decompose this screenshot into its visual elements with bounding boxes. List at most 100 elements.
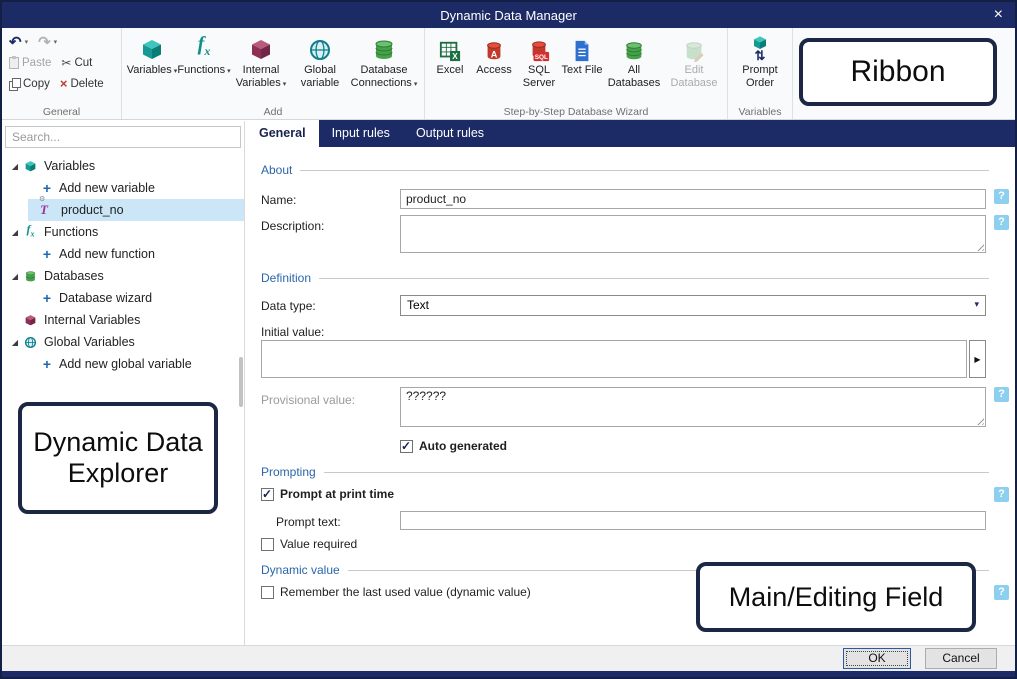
- checkbox-icon: [261, 538, 274, 551]
- text-variable-icon: ⚙T: [40, 202, 56, 218]
- redo-button[interactable]: ↷▾: [35, 32, 60, 52]
- expand-arrow-icon[interactable]: ◢: [8, 272, 22, 281]
- tree-node-variables[interactable]: ◢ Variables: [2, 155, 244, 177]
- data-type-value: Text: [407, 298, 429, 312]
- expand-arrow-icon[interactable]: ◢: [8, 162, 22, 171]
- tab-general[interactable]: General: [246, 120, 319, 147]
- access-button[interactable]: A Access: [471, 31, 517, 104]
- functions-button[interactable]: fx Functions▾: [178, 31, 230, 104]
- internal-variables-label: Internal Variables: [236, 64, 281, 89]
- bottom-strip: [2, 671, 1015, 677]
- tree-action-database-wizard[interactable]: + Database wizard: [2, 287, 244, 309]
- initial-value-expand-button[interactable]: ▶: [969, 340, 986, 378]
- ribbon-group-wizard: X Excel A Access SQL SQL Server Text Fil…: [425, 28, 728, 119]
- auto-generated-checkbox[interactable]: Auto generated: [400, 439, 507, 453]
- description-label: Description:: [261, 219, 324, 233]
- tab-input-rules[interactable]: Input rules: [319, 120, 403, 147]
- description-field[interactable]: [400, 215, 986, 253]
- ribbon-group-general: ↶▾ ↷▾ Paste ✂Cut Copy ×Delete General: [2, 28, 122, 119]
- internal-variables-button[interactable]: Internal Variables▾: [230, 31, 292, 104]
- chevron-down-icon: ▾: [54, 38, 58, 46]
- prompt-text-field[interactable]: [400, 511, 986, 530]
- access-label: Access: [476, 64, 511, 76]
- tree-action-add-new-function[interactable]: + Add new function: [2, 243, 244, 265]
- tree-node-databases[interactable]: ◢ Databases: [2, 265, 244, 287]
- global-variable-label: Global variable: [301, 64, 340, 89]
- plus-icon: +: [40, 180, 54, 196]
- variables-cube-icon: [140, 34, 164, 62]
- prompt-order-button[interactable]: ⇅ Prompt Order: [732, 31, 788, 104]
- global-variable-button[interactable]: Global variable: [292, 31, 348, 104]
- title-bar: Dynamic Data Manager ×: [2, 2, 1015, 28]
- redo-icon: ↷: [38, 33, 51, 51]
- plus-icon: +: [40, 290, 54, 306]
- cancel-button[interactable]: Cancel: [925, 648, 997, 669]
- all-databases-button[interactable]: All Databases: [603, 31, 665, 104]
- internal-variables-cube-icon: [22, 314, 39, 327]
- functions-fx-icon: fx: [198, 34, 211, 62]
- close-icon[interactable]: ×: [994, 5, 1003, 25]
- tree-item-product-no[interactable]: ⚙T product_no: [28, 199, 244, 221]
- tree-label: Add new global variable: [59, 357, 192, 371]
- svg-text:SQL: SQL: [535, 54, 548, 61]
- value-required-label: Value required: [280, 537, 357, 551]
- help-icon[interactable]: ?: [994, 215, 1009, 230]
- initial-value-label: Initial value:: [261, 325, 324, 339]
- section-about: About: [261, 163, 989, 177]
- paste-button[interactable]: Paste: [6, 56, 54, 70]
- database-connections-button[interactable]: Database Connections▾: [348, 31, 420, 104]
- initial-value-field[interactable]: [261, 340, 967, 378]
- help-icon[interactable]: ?: [994, 189, 1009, 204]
- annotation-ribbon: Ribbon: [799, 38, 997, 106]
- section-prompting: Prompting: [261, 465, 989, 479]
- search-input[interactable]: [5, 126, 241, 148]
- ribbon-group-label-add: Add: [122, 106, 424, 118]
- expand-arrow-icon[interactable]: ◢: [8, 228, 22, 237]
- edit-database-button[interactable]: Edit Database: [665, 31, 723, 104]
- cut-label: Cut: [74, 57, 92, 69]
- checkbox-icon: [261, 488, 274, 501]
- sql-server-label: SQL Server: [523, 64, 555, 89]
- name-field[interactable]: [400, 189, 986, 209]
- sidebar-scrollbar[interactable]: [239, 357, 243, 407]
- provisional-value-label: Provisional value:: [261, 393, 355, 407]
- tree-node-internal-variables[interactable]: Internal Variables: [2, 309, 244, 331]
- help-icon[interactable]: ?: [994, 585, 1009, 600]
- tree-node-global-variables[interactable]: ◢ Global Variables: [2, 331, 244, 353]
- prompt-at-print-time-checkbox[interactable]: Prompt at print time: [261, 487, 394, 501]
- edit-database-icon: [683, 34, 705, 62]
- scissors-icon: ✂: [61, 56, 71, 70]
- dynamic-data-explorer: ◢ Variables + Add new variable ⚙T produc…: [2, 121, 245, 645]
- copy-label: Copy: [23, 78, 50, 90]
- data-type-dropdown[interactable]: Text ▾: [400, 295, 986, 316]
- help-icon[interactable]: ?: [994, 487, 1009, 502]
- provisional-value-field[interactable]: ??????: [400, 387, 986, 427]
- delete-button[interactable]: ×Delete: [57, 75, 107, 92]
- tree-node-functions[interactable]: ◢ fx Functions: [2, 221, 244, 243]
- text-file-label: Text File: [562, 64, 603, 76]
- copy-button[interactable]: Copy: [6, 77, 53, 91]
- tree-label: Add new variable: [59, 181, 155, 195]
- ok-button[interactable]: OK: [843, 648, 911, 669]
- tree-action-add-new-global-variable[interactable]: + Add new global variable: [2, 353, 244, 375]
- excel-label: Excel: [437, 64, 464, 76]
- remember-last-value-checkbox[interactable]: Remember the last used value (dynamic va…: [261, 585, 531, 599]
- help-icon[interactable]: ?: [994, 387, 1009, 402]
- text-file-button[interactable]: Text File: [561, 31, 603, 104]
- globe-icon: [22, 336, 39, 349]
- ribbon-group-label-variables: Variables: [728, 106, 792, 118]
- variables-button[interactable]: Variables▾: [126, 31, 178, 104]
- cut-button[interactable]: ✂Cut: [58, 55, 95, 71]
- tab-output-rules[interactable]: Output rules: [403, 120, 497, 147]
- undo-button[interactable]: ↶▾: [6, 32, 31, 52]
- variable-cube-icon: [22, 160, 39, 173]
- expand-arrow-icon[interactable]: ◢: [8, 338, 22, 347]
- chevron-down-icon: ▾: [974, 299, 979, 310]
- functions-label: Functions: [177, 64, 225, 76]
- sql-server-button[interactable]: SQL SQL Server: [517, 31, 561, 104]
- value-required-checkbox[interactable]: Value required: [261, 537, 357, 551]
- dynamic-data-manager-window: Dynamic Data Manager × ↶▾ ↷▾ Paste ✂Cut …: [0, 0, 1017, 679]
- tree-label: Functions: [44, 225, 98, 239]
- internal-variables-cube-icon: [249, 34, 273, 62]
- excel-button[interactable]: X Excel: [429, 31, 471, 104]
